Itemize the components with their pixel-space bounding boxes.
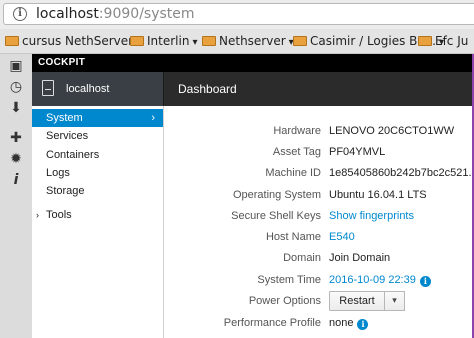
chevron-right-icon: › bbox=[36, 210, 39, 220]
detail-label: Asset Tag bbox=[272, 146, 321, 158]
detail-row-system-time: System Time 2016-10-09 22:39 i bbox=[164, 271, 474, 289]
sidebar-item-label: Containers bbox=[46, 149, 100, 161]
sidebar-item-logs[interactable]: Logs bbox=[32, 164, 163, 182]
detail-label: Operating System bbox=[232, 189, 321, 201]
folder-icon bbox=[293, 36, 307, 46]
sidebar-item-label: System bbox=[46, 112, 83, 124]
browser-url-bar: i localhost:9090/system bbox=[0, 0, 474, 29]
host-bar: localhost Dashboard bbox=[32, 72, 474, 106]
sidebar-nav: System › Services Containers Logs Storag… bbox=[32, 106, 164, 338]
sidebar-item-tools[interactable]: › Tools bbox=[32, 206, 163, 224]
detail-label: Power Options bbox=[248, 295, 321, 307]
bookmark-label: cursus NethServer bbox=[22, 34, 134, 48]
detail-row-profile: Performance Profile none i bbox=[164, 314, 474, 332]
side-icon-strip: ▣ ◷ ⬇ ✚ ✹ i bbox=[0, 54, 33, 338]
sidebar-item-services[interactable]: Services bbox=[32, 127, 163, 145]
detail-value: PF04YMVL bbox=[329, 146, 386, 158]
gear-icon[interactable]: ✹ bbox=[8, 151, 24, 167]
detail-row-power: Power Options Restart ▾ bbox=[164, 291, 474, 311]
url-path: :9090/system bbox=[98, 6, 195, 22]
sidebar-item-system[interactable]: System › bbox=[32, 109, 163, 127]
system-time-value: 2016-10-09 22:39 i bbox=[329, 271, 431, 289]
detail-label: Machine ID bbox=[265, 167, 321, 179]
detail-label: System Time bbox=[257, 274, 321, 286]
history-icon[interactable]: ◷ bbox=[8, 79, 24, 95]
detail-label: Performance Profile bbox=[223, 317, 321, 329]
detail-value: 1e85405860b242b7bc2c521... bbox=[329, 167, 474, 179]
detail-row-machine-id: Machine ID 1e85405860b242b7bc2c521... bbox=[164, 164, 474, 182]
host-name: localhost bbox=[66, 83, 110, 95]
chevron-right-icon: › bbox=[151, 112, 155, 124]
sidebar-item-label: Storage bbox=[46, 185, 85, 197]
url-host: localhost bbox=[36, 6, 99, 22]
restart-button[interactable]: Restart bbox=[329, 291, 385, 311]
detail-row-ssh: Secure Shell Keys Show fingerprints bbox=[164, 207, 474, 225]
server-icon bbox=[42, 80, 54, 96]
folder-icon bbox=[202, 36, 216, 46]
sidebar-item-storage[interactable]: Storage bbox=[32, 182, 163, 200]
chevron-down-icon[interactable]: ▾ bbox=[385, 291, 405, 311]
detail-value: LENOVO 20C6CTO1WW bbox=[329, 125, 455, 137]
bookmarks-toolbar: cursus NethServer▾ Interlin▾ Nethserver▾… bbox=[0, 29, 474, 54]
cockpit-brand-bar: COCKPIT bbox=[32, 54, 474, 72]
detail-row-os: Operating System Ubuntu 16.04.1 LTS bbox=[164, 186, 474, 204]
download-icon[interactable]: ⬇ bbox=[8, 100, 24, 116]
url-input[interactable]: i localhost:9090/system bbox=[3, 3, 474, 25]
profile-link[interactable]: none bbox=[329, 317, 353, 329]
system-details: Hardware LENOVO 20C6CTO1WW Asset Tag PF0… bbox=[164, 106, 474, 338]
profile-value: none i bbox=[329, 314, 369, 332]
detail-row-hardware: Hardware LENOVO 20C6CTO1WW bbox=[164, 122, 474, 140]
host-name-link[interactable]: E540 bbox=[329, 228, 355, 246]
sidebar-item-containers[interactable]: Containers bbox=[32, 146, 163, 164]
folder-icon bbox=[418, 36, 432, 46]
bookmark-folder[interactable]: Interlin ▾ bbox=[130, 33, 197, 49]
info-icon[interactable]: i bbox=[419, 276, 431, 287]
detail-label: Domain bbox=[283, 252, 321, 264]
system-time-link[interactable]: 2016-10-09 22:39 bbox=[329, 274, 416, 286]
host-selector[interactable]: localhost bbox=[32, 72, 164, 106]
bookmark-folder[interactable]: Efc Ju bbox=[418, 33, 468, 49]
detail-label: Secure Shell Keys bbox=[231, 210, 321, 222]
bookmark-folder[interactable]: cursus NethServer▾ bbox=[5, 33, 141, 49]
page-title: Dashboard bbox=[178, 82, 237, 96]
chevron-down-icon: ▾ bbox=[192, 37, 198, 48]
sidebar-toggle-icon[interactable]: ▣ bbox=[8, 58, 24, 74]
brand-logo[interactable]: COCKPIT bbox=[38, 56, 85, 70]
bookmark-label: Interlin bbox=[147, 34, 190, 48]
folder-icon bbox=[5, 36, 19, 46]
bookmark-folder[interactable]: Nethserver ▾ bbox=[202, 33, 294, 49]
url-text: localhost:9090/system bbox=[36, 6, 195, 22]
sidebar-item-label: Tools bbox=[46, 209, 72, 221]
detail-label: Host Name bbox=[265, 231, 321, 243]
detail-row-asset-tag: Asset Tag PF04YMVL bbox=[164, 143, 474, 161]
bookmark-label: Efc Ju bbox=[435, 34, 469, 48]
detail-row-domain: Domain Join Domain bbox=[164, 249, 474, 267]
sidebar-item-label: Services bbox=[46, 130, 89, 142]
detail-value: Ubuntu 16.04.1 LTS bbox=[329, 189, 427, 201]
site-info-icon[interactable]: i bbox=[13, 7, 27, 21]
folder-icon bbox=[130, 36, 144, 46]
puzzle-icon[interactable]: ✚ bbox=[8, 130, 24, 146]
bookmark-label: Nethserver bbox=[219, 34, 286, 48]
sidebar-item-label: Logs bbox=[46, 167, 70, 179]
show-fingerprints-link[interactable]: Show fingerprints bbox=[329, 207, 414, 225]
join-domain-link[interactable]: Join Domain bbox=[329, 249, 390, 267]
info-icon[interactable]: i bbox=[357, 319, 369, 330]
detail-row-hostname: Host Name E540 bbox=[164, 228, 474, 246]
detail-label: Hardware bbox=[273, 125, 321, 137]
info-icon[interactable]: i bbox=[8, 172, 24, 188]
